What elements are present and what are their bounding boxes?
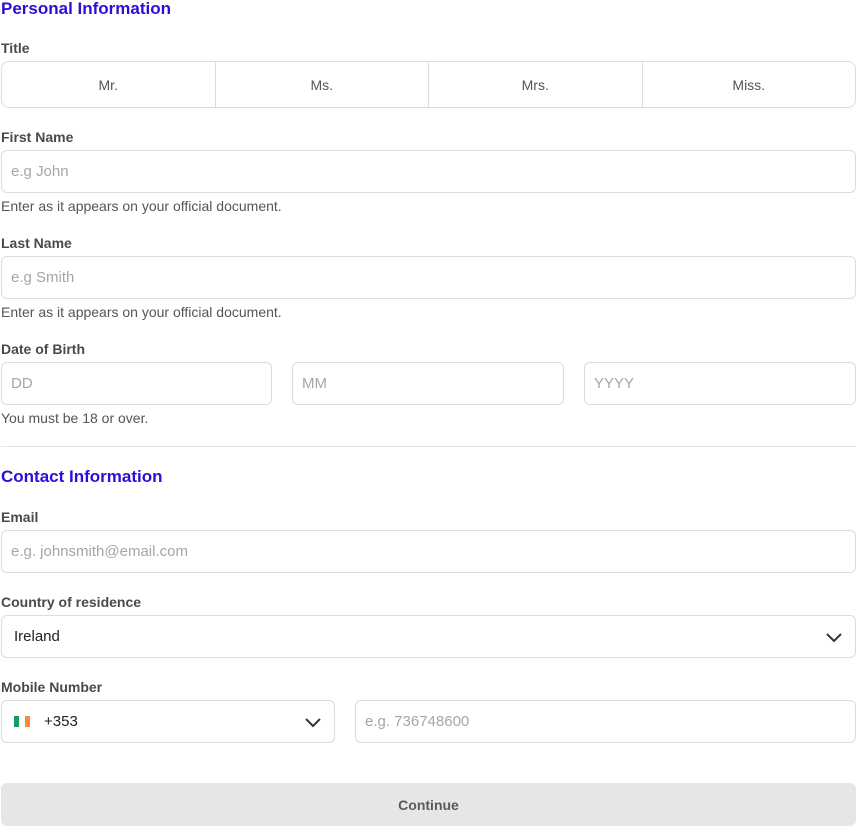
section-divider — [1, 446, 856, 447]
personal-information-heading: Personal Information — [1, 0, 172, 18]
dob-day-input[interactable] — [2, 363, 271, 404]
title-option-ms[interactable]: Ms. — [216, 62, 429, 107]
continue-button[interactable]: Continue — [1, 783, 856, 826]
last-name-field-wrapper — [1, 256, 856, 299]
contact-information-heading: Contact Information — [1, 467, 163, 486]
chevron-down-icon — [305, 717, 321, 727]
dob-year-wrapper — [584, 362, 856, 405]
dial-code-select[interactable]: +353 — [1, 700, 335, 743]
chevron-down-icon — [826, 632, 842, 642]
title-option-mrs[interactable]: Mrs. — [429, 62, 643, 107]
dob-helper: You must be 18 or over. — [1, 410, 149, 426]
mobile-number-wrapper — [355, 700, 856, 743]
first-name-input[interactable] — [2, 151, 855, 192]
title-label: Title — [1, 40, 30, 56]
ireland-flag-icon — [14, 716, 30, 727]
dob-month-wrapper — [292, 362, 564, 405]
last-name-helper: Enter as it appears on your official doc… — [1, 304, 282, 320]
dob-year-input[interactable] — [585, 363, 855, 404]
first-name-field-wrapper — [1, 150, 856, 193]
dob-label: Date of Birth — [1, 341, 85, 357]
country-select[interactable]: Ireland — [1, 615, 856, 658]
dial-code-value: +353 — [44, 713, 78, 730]
mobile-number-input[interactable] — [356, 701, 855, 742]
dob-month-input[interactable] — [293, 363, 563, 404]
country-label: Country of residence — [1, 594, 142, 610]
first-name-label: First Name — [1, 129, 74, 145]
email-label: Email — [1, 509, 39, 525]
dob-day-wrapper — [1, 362, 272, 405]
first-name-helper: Enter as it appears on your official doc… — [1, 198, 282, 214]
last-name-input[interactable] — [2, 257, 855, 298]
email-input[interactable] — [2, 531, 855, 572]
mobile-label: Mobile Number — [1, 679, 103, 695]
last-name-label: Last Name — [1, 235, 72, 251]
email-field-wrapper — [1, 530, 856, 573]
country-selected-value: Ireland — [14, 628, 60, 645]
title-option-miss[interactable]: Miss. — [643, 62, 856, 107]
title-selector: Mr. Ms. Mrs. Miss. — [1, 61, 856, 108]
title-option-mr[interactable]: Mr. — [2, 62, 216, 107]
